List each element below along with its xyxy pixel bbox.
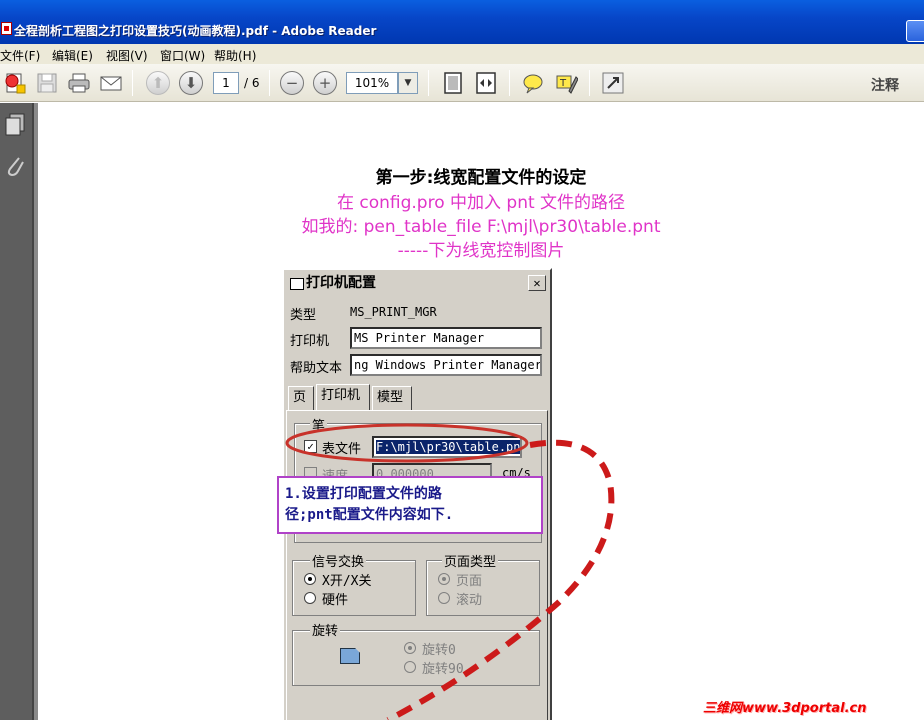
print-icon[interactable]	[67, 71, 91, 95]
site-watermark: 三维网www.3dportal.cn	[703, 701, 867, 716]
create-pdf-icon[interactable]	[3, 71, 27, 95]
fit-width-icon[interactable]	[474, 71, 498, 95]
pdf-app-icon	[1, 22, 12, 35]
callout-line-2: 径;pnt配置文件内容如下.	[285, 507, 454, 523]
annotation-overlay	[285, 423, 615, 720]
save-icon[interactable]	[35, 71, 59, 95]
menu-bar: 文件(F) 编辑(E) 视图(V) 窗口(W) 帮助(H)	[0, 44, 924, 64]
highlight-text-icon[interactable]: T	[554, 71, 579, 95]
document-page: 第一步:线宽配置文件的设定 在 config.pro 中加入 pnt 文件的路径…	[38, 103, 924, 720]
zoom-level-field[interactable]: 101%	[346, 72, 398, 94]
zoom-in-icon[interactable]: +	[313, 71, 337, 95]
comment-icon[interactable]	[521, 71, 545, 95]
fit-page-icon[interactable]	[441, 71, 465, 95]
navigation-panel	[0, 103, 34, 720]
callout-note: 1.设置打印配置文件的路 径;pnt配置文件内容如下.	[277, 476, 543, 534]
zoom-out-icon[interactable]: −	[280, 71, 304, 95]
menu-file[interactable]: 文件(F)	[0, 47, 40, 64]
minimize-button[interactable]	[906, 20, 924, 42]
page-number-input[interactable]: 1	[213, 72, 239, 94]
email-icon[interactable]	[99, 71, 123, 95]
title-bar: 全程剖析工程图之打印设置技巧(动画教程).pdf - Adobe Reader	[0, 0, 924, 44]
window-title: 全程剖析工程图之打印设置技巧(动画教程).pdf - Adobe Reader	[14, 24, 377, 38]
menu-window[interactable]: 窗口(W)	[160, 47, 205, 64]
svg-text:T: T	[559, 78, 567, 89]
expand-icon[interactable]	[601, 71, 625, 95]
zoom-dropdown-chevron-icon[interactable]: ▼	[398, 72, 418, 94]
next-page-icon[interactable]: ⬇	[179, 71, 203, 95]
previous-page-icon[interactable]: ⬆	[146, 71, 170, 95]
pages-icon[interactable]	[4, 113, 26, 141]
annotate-label[interactable]: 注释	[871, 75, 899, 95]
highlight-ellipse	[285, 423, 529, 463]
menu-view[interactable]: 视图(V)	[106, 47, 148, 64]
menu-edit[interactable]: 编辑(E)	[52, 47, 93, 64]
callout-line-1: 1.设置打印配置文件的路	[285, 486, 442, 502]
attachment-icon[interactable]	[4, 153, 26, 183]
toolbar: ⬆ ⬇ 1 / 6 − + 101% ▼ T 注释	[0, 64, 924, 102]
menu-help[interactable]: 帮助(H)	[214, 47, 256, 64]
page-total: / 6	[244, 76, 260, 90]
